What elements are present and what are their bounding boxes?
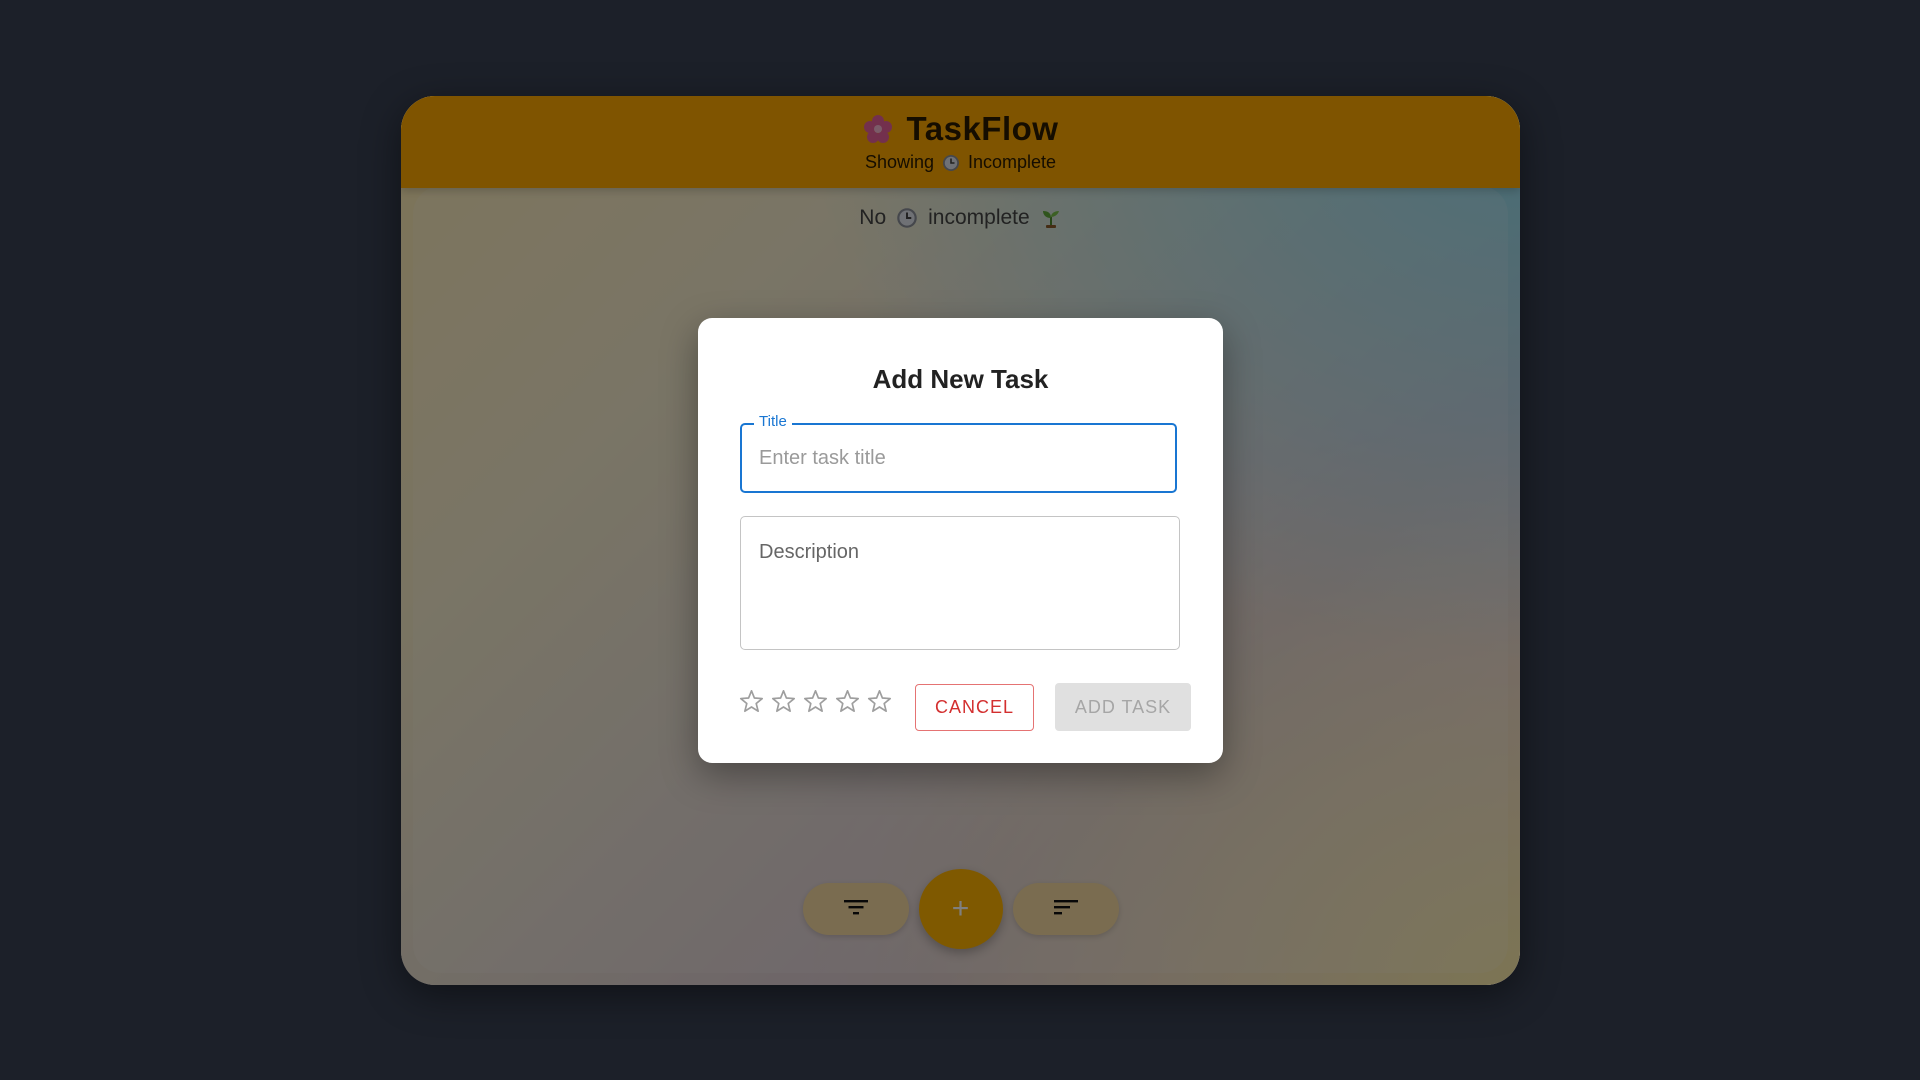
star-icon[interactable] <box>738 688 765 715</box>
add-task-button[interactable]: ADD TASK <box>1055 683 1191 731</box>
dialog-title: Add New Task <box>872 364 1049 394</box>
star-icon[interactable] <box>834 688 861 715</box>
priority-rating <box>738 688 893 715</box>
title-field-label: Title <box>754 413 792 430</box>
add-task-dialog: Add New Task Title Enter task title Desc… <box>698 318 1223 763</box>
star-icon[interactable] <box>770 688 797 715</box>
cancel-button[interactable]: CANCEL <box>915 684 1034 731</box>
description-placeholder[interactable]: Description <box>759 541 859 564</box>
star-icon[interactable] <box>802 688 829 715</box>
star-icon[interactable] <box>866 688 893 715</box>
title-field[interactable]: Title Enter task title <box>740 413 1177 493</box>
description-field[interactable]: Description <box>740 516 1180 650</box>
title-input-placeholder[interactable]: Enter task title <box>759 447 886 470</box>
